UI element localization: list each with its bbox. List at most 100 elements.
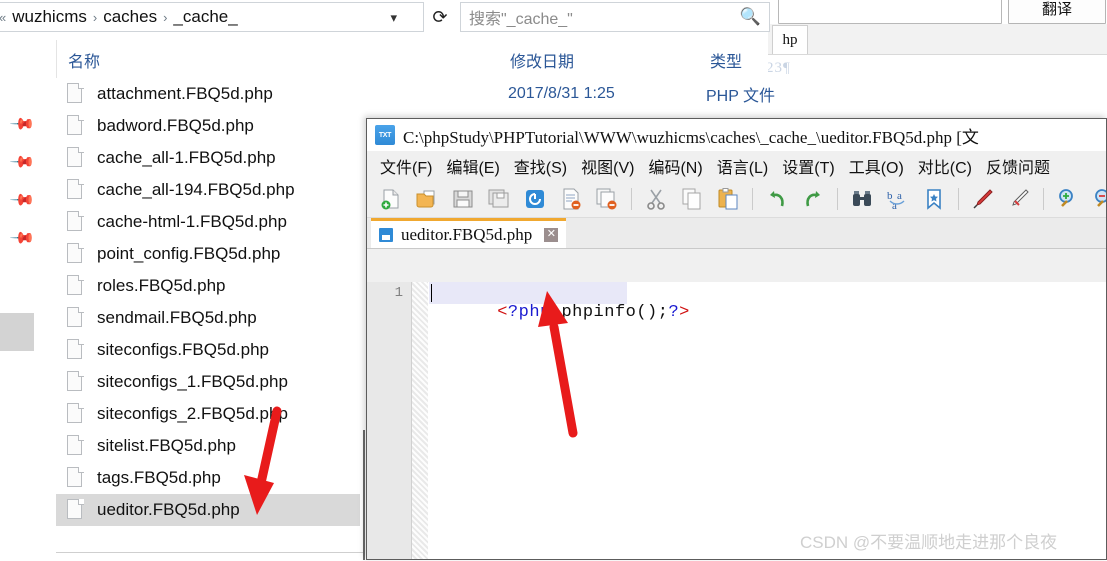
new-file-icon[interactable] [379, 187, 403, 211]
explorer-right-edge [363, 430, 365, 560]
toolbar-separator [631, 188, 632, 210]
file-name: badword.FBQ5d.php [97, 116, 254, 135]
column-header-date[interactable]: 修改日期 [510, 48, 574, 72]
saved-file-icon [379, 227, 393, 242]
file-name: cache-html-1.FBQ5d.php [97, 212, 287, 231]
red-pen-icon[interactable] [971, 187, 995, 211]
zoom-in-icon[interactable] [1056, 187, 1080, 211]
find-icon[interactable] [850, 187, 874, 211]
toolbar: baa [367, 181, 1106, 218]
undo-icon[interactable] [765, 187, 789, 211]
chevron-down-icon[interactable]: ▾ [390, 10, 397, 26]
menu-item-view[interactable]: 视图(V) [574, 154, 641, 178]
file-name: tags.FBQ5d.php [97, 468, 221, 487]
file-name: sitelist.FBQ5d.php [97, 436, 236, 455]
cut-icon[interactable] [644, 187, 668, 211]
zoom-out-icon[interactable] [1092, 187, 1106, 211]
file-icon [67, 211, 85, 233]
menu-item-compare[interactable]: 对比(C) [911, 154, 979, 178]
close-icon[interactable]: ✕ [544, 227, 559, 242]
file-name: attachment.FBQ5d.php [97, 84, 273, 103]
menu-item-search[interactable]: 查找(S) [507, 154, 574, 178]
replace-icon[interactable]: baa [886, 187, 910, 212]
redo-icon[interactable] [801, 187, 825, 211]
column-header-type[interactable]: 类型 [710, 48, 742, 72]
breadcrumb-separator-icon: › [163, 9, 168, 25]
paste-icon[interactable] [716, 187, 740, 211]
nav-selected-block[interactable] [0, 313, 34, 351]
file-row[interactable]: attachment.FBQ5d.php 2017/8/31 1:25 PHP 文件 [56, 78, 775, 110]
file-name: roles.FBQ5d.php [97, 276, 226, 295]
file-date-modified: 2017/8/31 1:25 [508, 85, 615, 102]
menu-item-settings[interactable]: 设置(T) [775, 154, 841, 178]
menu-item-edit[interactable]: 编辑(E) [439, 154, 506, 178]
notepadpp-title-bar[interactable]: TXT C:\phpStudy\PHPTutorial\WWW\wuzhicms… [367, 119, 1106, 151]
svg-text:a: a [892, 200, 897, 211]
file-list-column-header: 名称 ^ 修改日期 类型 [0, 40, 768, 110]
background-tab-strip [760, 24, 1107, 55]
menu-item-language[interactable]: 语言(L) [710, 154, 776, 178]
file-icon [67, 275, 85, 297]
menu-bar: 文件(F) 编辑(E) 查找(S) 视图(V) 编码(N) 语言(L) 设置(T… [367, 151, 1106, 181]
column-header-name[interactable]: 名称 [68, 48, 100, 72]
editor-tab-label: ueditor.FBQ5d.php [401, 224, 533, 244]
copy-icon[interactable] [680, 187, 704, 211]
file-icon [67, 307, 85, 329]
print-icon[interactable] [559, 187, 583, 211]
code-token: < [497, 303, 508, 322]
clear-pen-icon[interactable] [1007, 187, 1031, 211]
line-number: 1 [394, 285, 403, 301]
search-placeholder: 搜索"_cache_" [469, 11, 573, 28]
save-all-icon[interactable] [487, 187, 511, 211]
toolbar-separator [752, 188, 753, 210]
file-icon [67, 403, 85, 425]
save-icon[interactable] [451, 187, 475, 211]
code-editor[interactable]: 1 <?php phpinfo();?> [367, 282, 1106, 559]
close-file-icon[interactable] [523, 187, 547, 211]
file-icon [67, 179, 85, 201]
breadcrumb[interactable]: « wuzhicms › caches › _cache_ ▾ [0, 2, 424, 32]
fold-margin[interactable] [412, 282, 428, 559]
menu-item-file[interactable]: 文件(F) [373, 154, 439, 178]
file-name: ueditor.FBQ5d.php [97, 500, 240, 519]
menu-item-encoding[interactable]: 编码(N) [641, 154, 709, 178]
code-token: (); [636, 303, 669, 322]
search-input[interactable]: 搜索"_cache_" 🔍 [460, 2, 770, 32]
pin-icon[interactable]: 📌 [8, 111, 35, 137]
breadcrumb-item-cache[interactable]: _cache_ [169, 7, 241, 27]
breadcrumb-item-wuzhicms[interactable]: wuzhicms [8, 7, 91, 27]
pin-icon[interactable]: 📌 [8, 187, 35, 213]
file-type: PHP 文件 [706, 88, 776, 105]
pin-icon[interactable]: 📌 [8, 149, 35, 175]
background-tab[interactable]: hp [772, 25, 808, 54]
toolbar-separator [837, 188, 838, 210]
file-name: siteconfigs_1.FBQ5d.php [97, 372, 288, 391]
file-name: siteconfigs.FBQ5d.php [97, 340, 269, 359]
breadcrumb-item-caches[interactable]: caches [99, 7, 161, 27]
pin-icon[interactable]: 📌 [8, 225, 35, 251]
menu-item-tools[interactable]: 工具(O) [842, 154, 911, 178]
file-icon [67, 115, 85, 137]
file-icon [67, 339, 85, 361]
breadcrumb-overflow-icon[interactable]: « [0, 11, 8, 24]
open-file-icon[interactable] [415, 187, 439, 211]
background-faint-text: 23¶ [766, 60, 791, 76]
notepadpp-window: TXT C:\phpStudy\PHPTutorial\WWW\wuzhicms… [366, 118, 1107, 560]
file-icon [67, 467, 85, 489]
code-content[interactable]: <?php phpinfo();?> [433, 284, 690, 341]
file-icon [67, 83, 85, 105]
background-address-box[interactable] [778, 0, 1002, 24]
refresh-icon[interactable]: ⟳ [428, 4, 452, 30]
menu-item-feedback[interactable]: 反馈问题 [979, 154, 1057, 178]
code-token: ?php [507, 303, 551, 322]
file-row[interactable]: ueditor.FBQ5d.php [56, 494, 360, 526]
file-name: siteconfigs_2.FBQ5d.php [97, 404, 288, 423]
file-icon [67, 435, 85, 457]
editor-tab[interactable]: ueditor.FBQ5d.php ✕ [371, 218, 567, 248]
print-all-icon[interactable] [595, 187, 619, 211]
translate-button[interactable]: 翻译 [1008, 0, 1106, 24]
bookmark-icon[interactable] [922, 187, 946, 211]
toolbar-separator [1043, 188, 1044, 210]
search-icon[interactable]: 🔍 [740, 7, 761, 27]
